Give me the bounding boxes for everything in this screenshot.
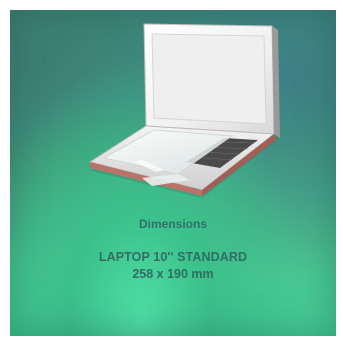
page-frame: Dimensions LAPTOP 10'' STANDARD 258 x 19… (0, 0, 343, 343)
dimensions-heading: Dimensions (138, 217, 207, 231)
laptop-icon (88, 23, 280, 198)
size-label: 258 x 190 mm (132, 267, 214, 281)
model-label: LAPTOP 10'' STANDARD (98, 250, 248, 264)
product-card: Dimensions LAPTOP 10'' STANDARD 258 x 19… (10, 10, 336, 336)
laptop-image (82, 22, 282, 207)
